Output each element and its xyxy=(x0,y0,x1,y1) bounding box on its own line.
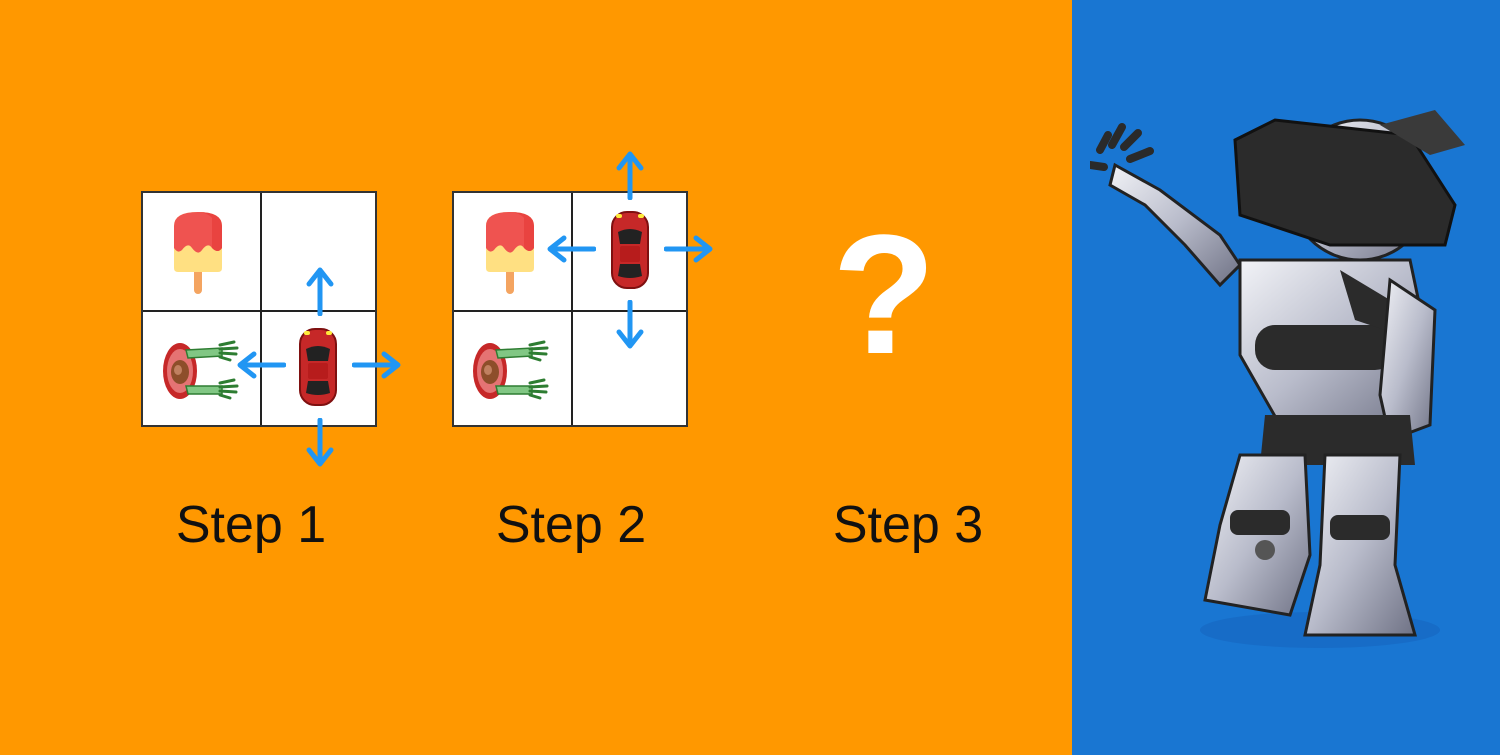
grid-divider xyxy=(260,193,262,425)
zombie-icon xyxy=(160,336,240,406)
ice-pop-icon xyxy=(480,208,540,298)
arrow-left-icon xyxy=(236,350,286,380)
grid-divider xyxy=(143,310,375,312)
arrow-down-icon xyxy=(615,300,645,350)
step1-label: Step 1 xyxy=(175,496,327,554)
robot-vr-headset-image xyxy=(1090,110,1465,648)
zombie-icon xyxy=(470,336,550,406)
step2-label: Step 2 xyxy=(495,496,647,554)
arrow-right-icon xyxy=(664,234,714,264)
arrow-right-icon xyxy=(352,350,402,380)
grid-divider xyxy=(454,310,686,312)
grid-divider xyxy=(571,193,573,425)
car-icon xyxy=(610,210,650,290)
step3-label: Step 3 xyxy=(832,496,984,554)
ice-pop-icon xyxy=(168,208,228,298)
arrow-up-icon xyxy=(615,150,645,200)
arrow-down-icon xyxy=(305,418,335,468)
car-icon xyxy=(298,327,338,407)
question-mark: ? xyxy=(832,200,936,390)
arrow-left-icon xyxy=(546,234,596,264)
arrow-up-icon xyxy=(305,266,335,316)
